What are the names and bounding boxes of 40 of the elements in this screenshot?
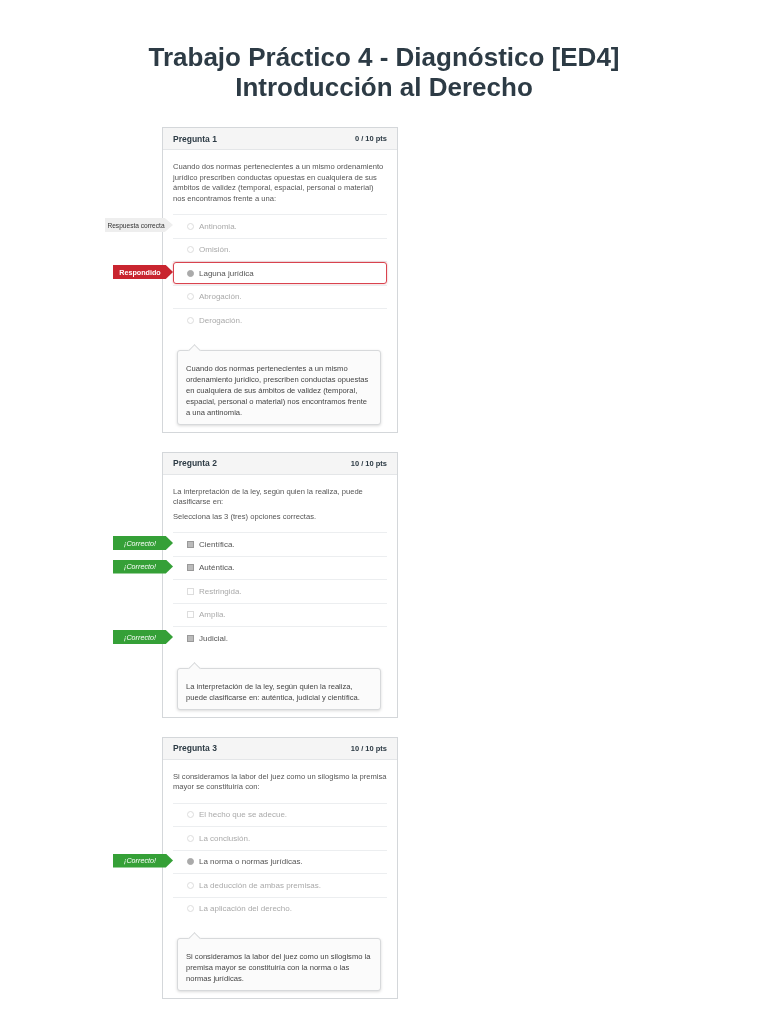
answer-option[interactable]: La aplicación del derecho.: [173, 897, 387, 920]
answer-option[interactable]: Omisión.: [173, 238, 387, 261]
answer-option[interactable]: Amplia.: [173, 603, 387, 626]
radio-button[interactable]: [187, 858, 194, 866]
answer-option[interactable]: La norma o normas jurídicas.: [173, 850, 387, 873]
answer-option[interactable]: Derogación.: [173, 309, 387, 332]
answer-text: Omisión.: [199, 245, 231, 255]
answer-text: Científica.: [199, 539, 235, 549]
checkbox[interactable]: [187, 540, 194, 548]
answer-option[interactable]: Laguna jurídica: [173, 262, 387, 285]
question-title: Pregunta 2: [173, 458, 217, 468]
answer-text: La aplicación del derecho.: [199, 904, 292, 914]
question-title: Pregunta 1: [173, 133, 217, 144]
checkbox[interactable]: [187, 634, 194, 642]
answer-option[interactable]: La conclusión.: [173, 827, 387, 850]
answer-option[interactable]: Científica.: [173, 533, 387, 556]
answer-text: Judicial.: [199, 633, 228, 643]
answer-text: La deducción de ambas premisas.: [199, 880, 321, 890]
answer-text: El hecho que se adecue.: [199, 810, 288, 820]
answer-option[interactable]: Restringida.: [173, 580, 387, 603]
answer-text: La conclusión.: [199, 833, 251, 843]
answer-text: Auténtica.: [199, 563, 235, 573]
answer-option[interactable]: Judicial.: [173, 627, 387, 650]
question-title: Pregunta 3: [173, 743, 217, 753]
radio-button[interactable]: [187, 269, 194, 277]
answer-option[interactable]: La deducción de ambas premisas.: [173, 874, 387, 897]
answer-text: Restringida.: [199, 586, 242, 596]
answer-text: Derogación.: [199, 315, 243, 325]
answer-text: La norma o normas jurídicas.: [199, 857, 303, 867]
answer-text: Antinomia.: [199, 221, 237, 231]
answer-text: Amplia.: [199, 610, 226, 620]
answer-text: Abrogación.: [199, 292, 242, 302]
answer-option[interactable]: Abrogación.: [173, 285, 387, 308]
page-title: Introducción al Derecho: [235, 72, 533, 102]
page-title: Trabajo Práctico 4 - Diagnóstico [ED4]: [148, 42, 620, 72]
answer-option[interactable]: El hecho que se adecue.: [173, 803, 387, 826]
checkbox[interactable]: [187, 564, 194, 572]
answer-option[interactable]: Auténtica.: [173, 556, 387, 579]
answer-option[interactable]: Antinomia.: [173, 215, 387, 238]
answer-text: Laguna jurídica: [199, 268, 254, 278]
